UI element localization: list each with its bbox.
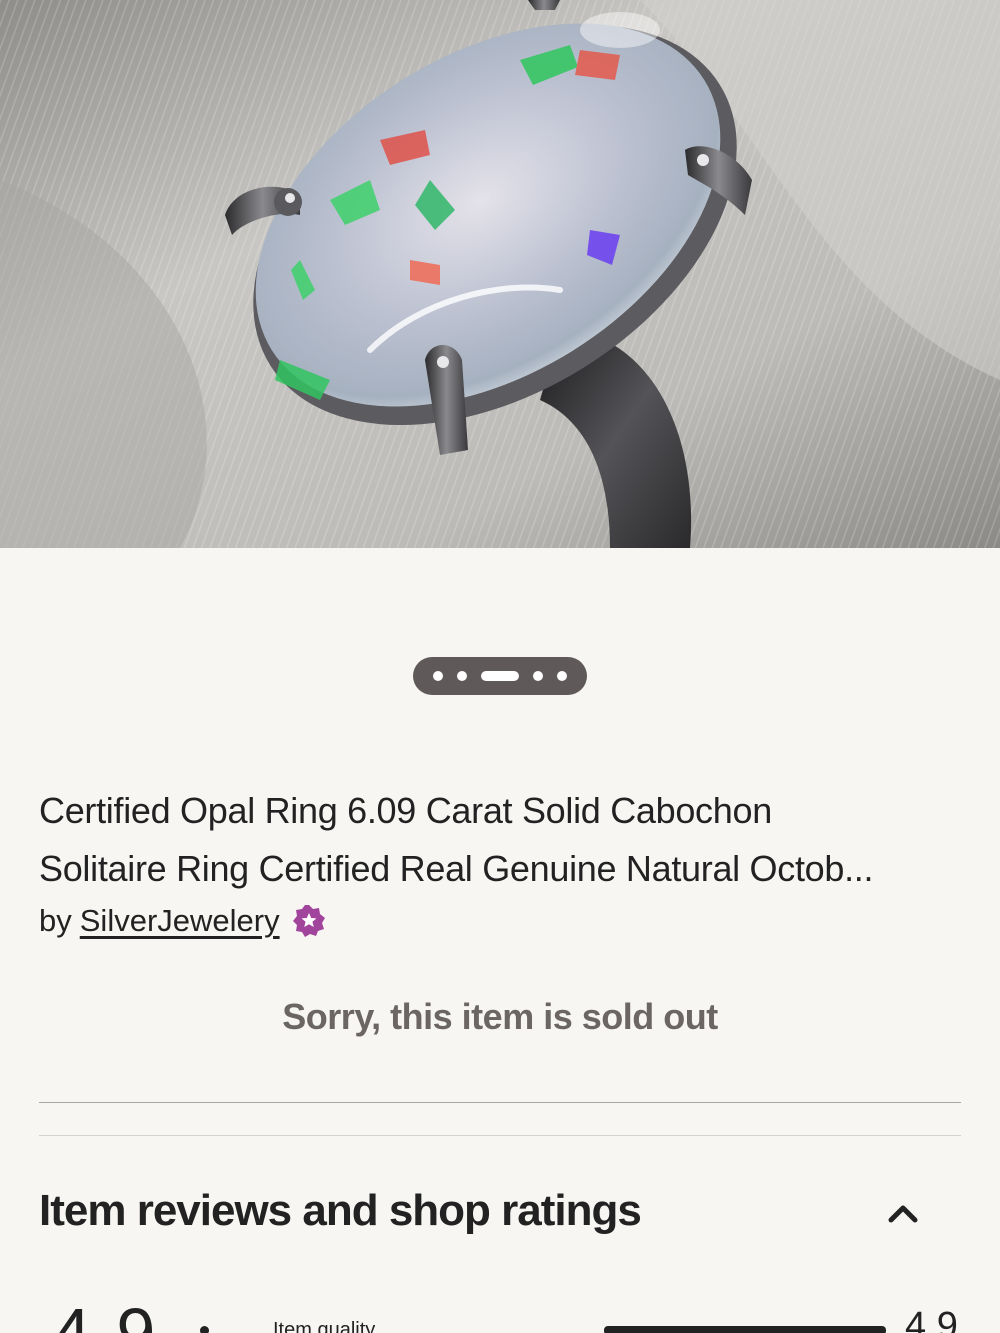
listing-title: Certified Opal Ring 6.09 Carat Solid Cab… <box>39 782 969 898</box>
shop-byline: by SilverJewelery <box>39 900 326 942</box>
sold-out-message: Sorry, this item is sold out <box>282 996 718 1037</box>
carousel-dot[interactable] <box>457 671 467 681</box>
carousel-dot-active[interactable] <box>481 671 519 681</box>
item-quality-label: Item quality <box>273 1319 376 1333</box>
opal-ring-photo <box>0 0 1000 548</box>
image-carousel-indicator[interactable] <box>413 657 587 695</box>
chevron-up-icon[interactable] <box>882 1196 924 1230</box>
carousel-dot[interactable] <box>533 671 543 681</box>
listing-page: Certified Opal Ring 6.09 Carat Solid Cab… <box>0 0 1000 1333</box>
item-quality-bar <box>604 1326 886 1333</box>
listing-title-line-1: Certified Opal Ring 6.09 Carat Solid Cab… <box>39 790 772 831</box>
divider <box>39 1102 961 1103</box>
by-label: by <box>39 903 72 938</box>
reviews-section-heading[interactable]: Item reviews and shop ratings <box>39 1186 642 1236</box>
overall-rating: 4.9 <box>52 1294 159 1333</box>
star-seller-badge-icon <box>292 905 325 937</box>
divider <box>39 1135 961 1136</box>
carousel-dot[interactable] <box>557 671 567 681</box>
rating-star-icon <box>200 1326 209 1333</box>
shop-name-link[interactable]: SilverJewelery <box>80 900 280 942</box>
item-quality-value: 4.9 <box>905 1305 958 1333</box>
product-image[interactable] <box>0 0 1000 548</box>
listing-title-line-2: Solitaire Ring Certified Real Genuine Na… <box>39 848 874 889</box>
carousel-dot[interactable] <box>433 671 443 681</box>
